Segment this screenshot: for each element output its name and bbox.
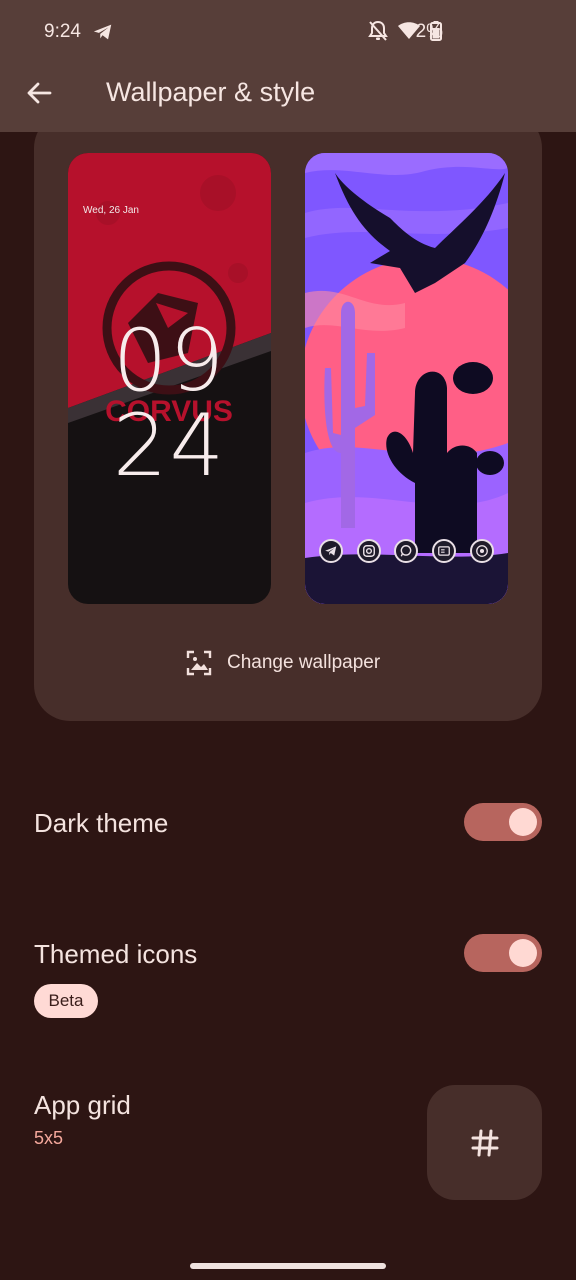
lock-screen-preview[interactable]: CORVUS Wed, 26 Jan 09 24 xyxy=(68,153,271,604)
lock-clock-minutes: 24 xyxy=(112,396,227,496)
dock-chrome-icon[interactable] xyxy=(470,539,494,563)
dock-whatsapp-icon[interactable] xyxy=(394,539,418,563)
page-title: Wallpaper & style xyxy=(106,77,316,107)
lock-clock-hours: 09 xyxy=(112,311,227,411)
grid-hash-icon xyxy=(471,1129,498,1156)
top-bar: 9:24 72% Wallpaper & style xyxy=(0,0,576,132)
status-bar: 9:24 72% xyxy=(0,18,576,46)
dark-theme-label: Dark theme xyxy=(34,808,169,838)
status-time: 9:24 xyxy=(44,21,81,42)
home-wallpaper-image xyxy=(305,153,508,604)
battery-percentage: 72% xyxy=(405,21,444,42)
home-screen-preview[interactable] xyxy=(305,153,508,604)
dark-theme-toggle[interactable] xyxy=(464,803,542,841)
app-grid-label: App grid xyxy=(34,1090,131,1120)
change-wallpaper-label: Change wallpaper xyxy=(227,652,381,673)
app-grid-value: 5x5 xyxy=(34,1128,64,1148)
gesture-nav-bar[interactable] xyxy=(190,1263,386,1269)
bell-off-icon xyxy=(368,20,388,41)
app-grid-button[interactable] xyxy=(427,1085,542,1200)
image-edit-icon xyxy=(186,650,212,676)
dock-instagram-icon[interactable] xyxy=(357,539,381,563)
themed-icons-toggle[interactable] xyxy=(464,934,542,972)
screen: 9:24 72% Wallpaper & style CORVUS Wed, 2… xyxy=(0,0,576,1280)
arrow-left-icon[interactable] xyxy=(24,78,54,108)
lock-date: Wed, 26 Jan xyxy=(83,205,139,216)
toggle-knob xyxy=(509,939,537,967)
dock-telegram-icon[interactable] xyxy=(319,539,343,563)
beta-badge: Beta xyxy=(34,984,98,1018)
dock-news-icon[interactable] xyxy=(432,539,456,563)
change-wallpaper-button[interactable]: Change wallpaper xyxy=(185,645,380,681)
telegram-icon xyxy=(93,24,112,40)
toggle-knob xyxy=(509,808,537,836)
themed-icons-label: Themed icons xyxy=(34,939,198,969)
